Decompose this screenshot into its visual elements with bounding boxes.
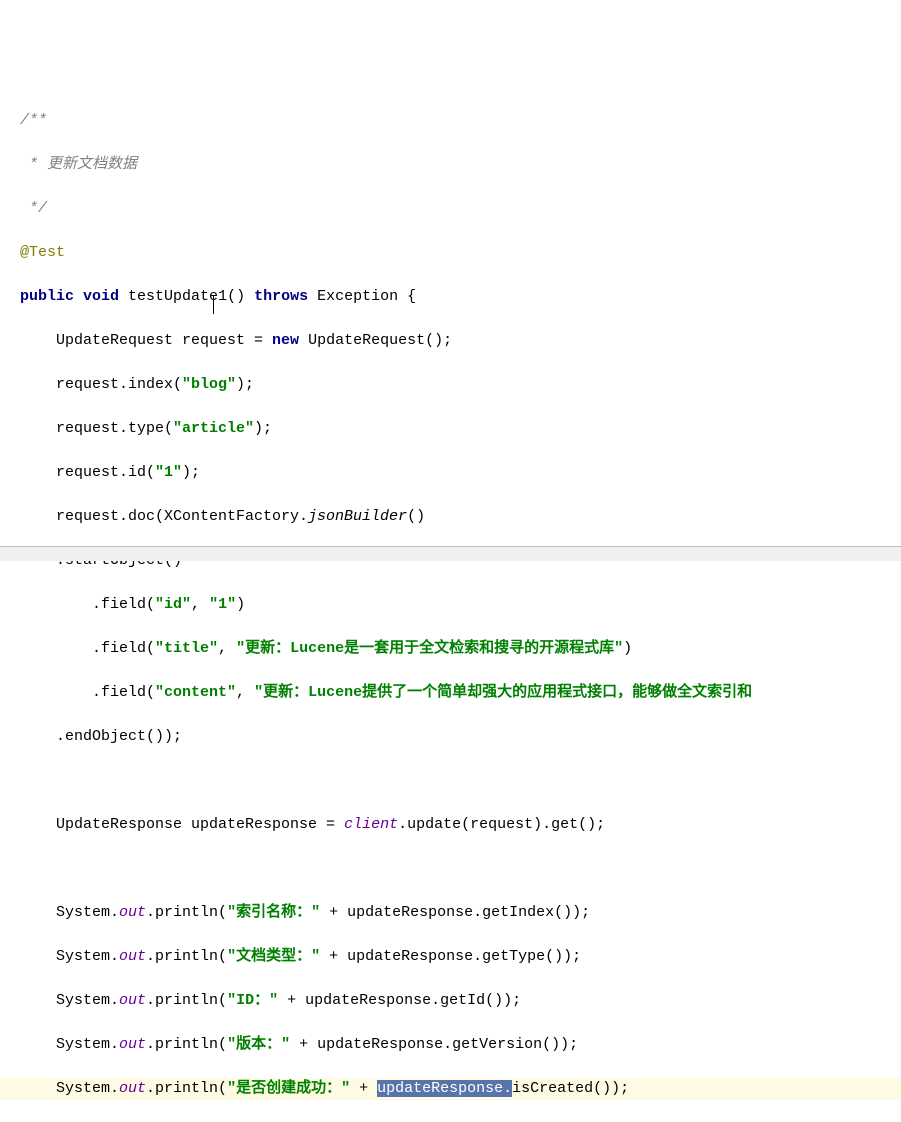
code-text: .println( bbox=[146, 992, 227, 1009]
code-text: System. bbox=[20, 1036, 119, 1053]
field-ref: out bbox=[119, 1036, 146, 1053]
string-literal: "1" bbox=[209, 596, 236, 613]
code-text: System. bbox=[20, 904, 119, 921]
string-literal: "ID：" bbox=[227, 992, 278, 1009]
code-text: , bbox=[191, 596, 209, 613]
code-text: Exception { bbox=[308, 288, 416, 305]
string-literal: "版本：" bbox=[227, 1036, 290, 1053]
code-text: System. bbox=[20, 948, 119, 965]
code-text: .println( bbox=[146, 948, 227, 965]
code-text: + bbox=[350, 1080, 377, 1097]
code-text: request.type( bbox=[20, 420, 173, 437]
string-literal: "article" bbox=[173, 420, 254, 437]
code-text: System. bbox=[20, 1080, 119, 1097]
code-text: + updateResponse.getType()); bbox=[320, 948, 581, 965]
keyword-void: void bbox=[83, 288, 119, 305]
code-text: .println( bbox=[146, 1036, 227, 1053]
keyword-public: public bbox=[20, 288, 74, 305]
method-call: jsonBuilder bbox=[308, 508, 407, 525]
string-literal: "blog" bbox=[182, 376, 236, 393]
code-text: + updateResponse.getIndex()); bbox=[320, 904, 590, 921]
code-text: ); bbox=[254, 420, 272, 437]
keyword-throws: throws bbox=[254, 288, 308, 305]
string-literal: "1" bbox=[155, 464, 182, 481]
string-literal: "索引名称：" bbox=[227, 904, 320, 921]
code-text: UpdateResponse updateResponse = bbox=[20, 816, 344, 833]
code-text: ) bbox=[623, 640, 632, 657]
text-caret bbox=[213, 296, 214, 314]
code-text: , bbox=[218, 640, 236, 657]
field-ref: out bbox=[119, 904, 146, 921]
string-literal: "id" bbox=[155, 596, 191, 613]
code-text: .endObject()); bbox=[20, 728, 182, 745]
comment: * 更新文档数据 bbox=[20, 156, 137, 173]
field-ref: out bbox=[119, 1080, 146, 1097]
code-text: + updateResponse.getVersion()); bbox=[290, 1036, 578, 1053]
string-literal: "content" bbox=[155, 684, 236, 701]
code-text: .println( bbox=[146, 904, 227, 921]
code-text: isCreated()); bbox=[512, 1080, 629, 1097]
highlighted-line: System.out.println("是否创建成功：" + updateRes… bbox=[0, 1078, 901, 1100]
code-text: .field( bbox=[20, 596, 155, 613]
string-literal: "title" bbox=[155, 640, 218, 657]
annotation: @Test bbox=[20, 244, 65, 261]
code-text: + updateResponse.getId()); bbox=[278, 992, 521, 1009]
code-text: ); bbox=[182, 464, 200, 481]
field-ref: out bbox=[119, 948, 146, 965]
code-text: request.index( bbox=[20, 376, 182, 393]
string-literal: "更新：Lucene是一套用于全文检索和搜寻的开源程式库" bbox=[236, 640, 623, 657]
horizontal-scrollbar[interactable] bbox=[0, 546, 901, 561]
string-literal: "是否创建成功：" bbox=[227, 1080, 350, 1097]
code-text: , bbox=[236, 684, 254, 701]
code-text: .field( bbox=[20, 684, 155, 701]
string-literal: "文档类型：" bbox=[227, 948, 320, 965]
string-literal: "更新：Lucene提供了一个简单却强大的应用程式接口，能够做全文索引和 bbox=[254, 684, 752, 701]
code-text: .field( bbox=[20, 640, 155, 657]
field-ref: client bbox=[344, 816, 398, 833]
comment: */ bbox=[20, 200, 47, 217]
code-text: UpdateRequest(); bbox=[299, 332, 452, 349]
code-text: request.id( bbox=[20, 464, 155, 481]
method-name: testUpdate1() bbox=[119, 288, 254, 305]
code-text: System. bbox=[20, 992, 119, 1009]
code-editor[interactable]: /** * 更新文档数据 */ @Test public void testUp… bbox=[0, 88, 901, 1122]
code-text: UpdateRequest request = bbox=[20, 332, 272, 349]
code-text: ) bbox=[236, 596, 245, 613]
code-text: .update(request).get(); bbox=[398, 816, 605, 833]
code-text: () bbox=[407, 508, 425, 525]
code-text: .println( bbox=[146, 1080, 227, 1097]
code-text: request.doc(XContentFactory. bbox=[20, 508, 308, 525]
field-ref: out bbox=[119, 992, 146, 1009]
comment: /** bbox=[20, 112, 47, 129]
code-text: ); bbox=[236, 376, 254, 393]
selection: updateResponse. bbox=[377, 1080, 512, 1097]
keyword-new: new bbox=[272, 332, 299, 349]
